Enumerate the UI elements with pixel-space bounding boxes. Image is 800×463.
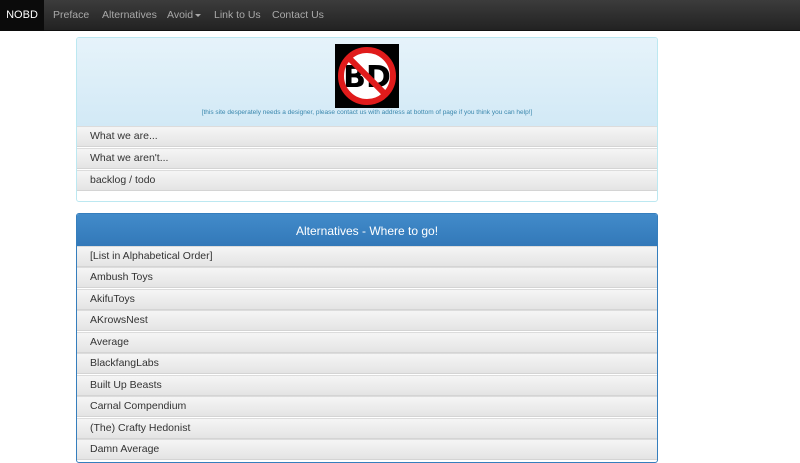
alternatives-panel-title: Alternatives - Where to go! <box>77 214 657 247</box>
top-navbar: NOBD Preface Alternatives Avoid Link to … <box>0 0 800 31</box>
list-item-alphabetical-note[interactable]: [List in Alphabetical Order] <box>77 246 657 267</box>
no-symbol-icon: BD <box>335 44 399 108</box>
designer-note: [this site desperately needs a designer,… <box>201 109 533 116</box>
list-item-akrowsnest[interactable]: AKrowsNest <box>77 310 657 331</box>
intro-panel-header: BD [this site desperately needs a design… <box>77 38 657 127</box>
nav-contact-us[interactable]: Contact Us <box>272 0 324 31</box>
list-item-what-we-arent[interactable]: What we aren't... <box>77 148 657 169</box>
list-item-carnal-compendium[interactable]: Carnal Compendium <box>77 396 657 417</box>
list-item-blackfanglabs[interactable]: BlackfangLabs <box>77 353 657 374</box>
list-item-ambush-toys[interactable]: Ambush Toys <box>77 267 657 288</box>
list-item-built-up-beasts[interactable]: Built Up Beasts <box>77 375 657 396</box>
nav-preface[interactable]: Preface <box>53 0 89 31</box>
caret-down-icon <box>195 13 202 17</box>
nav-alternatives[interactable]: Alternatives <box>102 0 157 31</box>
nav-link-to-us[interactable]: Link to Us <box>214 0 261 31</box>
alternatives-panel: Alternatives - Where to go! [List in Alp… <box>76 213 658 463</box>
intro-panel: BD [this site desperately needs a design… <box>76 37 658 202</box>
list-item-what-we-are[interactable]: What we are... <box>77 126 657 147</box>
nav-avoid-dropdown[interactable]: Avoid <box>167 0 202 31</box>
no-bd-logo: BD <box>335 44 399 108</box>
list-item-crafty-hedonist[interactable]: (The) Crafty Hedonist <box>77 418 657 439</box>
list-item-backlog[interactable]: backlog / todo <box>77 170 657 191</box>
list-item-akifutoys[interactable]: AkifuToys <box>77 289 657 310</box>
nav-avoid-label: Avoid <box>167 9 194 21</box>
brand-link[interactable]: NOBD <box>0 0 44 31</box>
list-item-average[interactable]: Average <box>77 332 657 353</box>
